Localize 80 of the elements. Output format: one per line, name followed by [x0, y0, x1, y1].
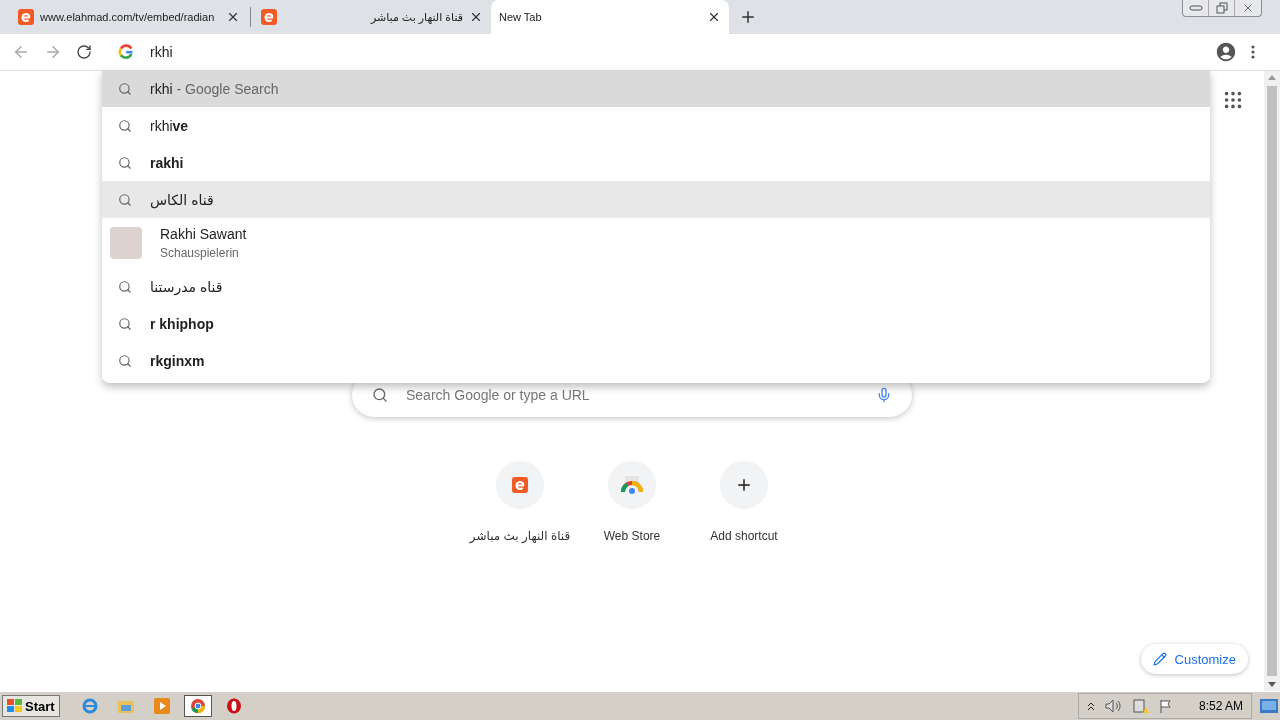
- google-g-icon: [118, 44, 134, 60]
- flag-icon[interactable]: [1158, 699, 1173, 713]
- search-icon: [118, 279, 132, 294]
- site-logo-icon: [512, 477, 528, 493]
- search-icon: [118, 81, 132, 96]
- entity-thumbnail: [110, 227, 142, 259]
- shortcut-tile[interactable]: قناة النهار بث مباشر: [464, 461, 576, 543]
- suggestion-row[interactable]: r khiphop: [102, 305, 1210, 342]
- new-tab-button[interactable]: [739, 8, 757, 26]
- search-icon: [118, 316, 132, 331]
- shortcut-tile[interactable]: Web Store: [576, 461, 688, 543]
- clock: 8:52 AM: [1198, 699, 1243, 713]
- close-icon: [707, 10, 721, 24]
- plus-icon: [739, 8, 757, 26]
- suggestion-row[interactable]: rkginxm: [102, 342, 1210, 379]
- close-tab-button[interactable]: [226, 10, 240, 24]
- microphone-icon: [876, 387, 892, 403]
- suggestion-text: rkginxm: [150, 352, 205, 369]
- suggestion-row[interactable]: rkhi - Google Search: [102, 70, 1210, 107]
- close-tab-button[interactable]: [707, 10, 721, 24]
- apps-grid-button[interactable]: [1222, 89, 1244, 111]
- address-input[interactable]: rkhi: [150, 44, 1210, 60]
- forward-arrow-icon: [44, 43, 62, 61]
- scroll-down-arrow-icon[interactable]: [1268, 682, 1276, 687]
- customize-button[interactable]: Customize: [1140, 644, 1248, 674]
- search-icon: [372, 387, 388, 403]
- browser-tab[interactable]: قناة النهار بث مباشر: [253, 0, 491, 34]
- reload-button[interactable]: [76, 44, 92, 60]
- tab-title: www.elahmad.com/tv/embed/radian: [40, 11, 216, 23]
- suggestion-row[interactable]: قناه الكاس: [102, 181, 1210, 218]
- scrollbar-thumb[interactable]: [1267, 86, 1277, 676]
- shortcut-tile[interactable]: Add shortcut: [688, 461, 800, 543]
- search-icon: [118, 192, 132, 207]
- suggestion-row[interactable]: قناه مدرستنا: [102, 268, 1210, 305]
- search-icon: [118, 353, 132, 368]
- reload-icon: [76, 44, 92, 60]
- suggestion-text: Rakhi Sawant: [160, 226, 247, 242]
- profile-button[interactable]: [1215, 41, 1237, 63]
- close-icon: [226, 10, 240, 24]
- menu-icon: [1251, 45, 1255, 59]
- minimize-icon: [1188, 5, 1203, 11]
- menu-button[interactable]: [1251, 45, 1255, 59]
- search-icon: [118, 155, 132, 170]
- suggestion-text: rkhive: [150, 117, 189, 134]
- browser-tab[interactable]: www.elahmad.com/tv/embed/radian: [10, 0, 248, 34]
- scrollbar[interactable]: [1264, 71, 1280, 691]
- suggestion-text: r khiphop: [150, 315, 214, 332]
- rainbow-arc-icon: [621, 476, 643, 494]
- profile-icon: [1215, 41, 1237, 63]
- start-button[interactable]: Start: [2, 695, 60, 717]
- grid-icon: [1222, 89, 1244, 111]
- close-tab-button[interactable]: [469, 10, 483, 24]
- chevron-up-icon[interactable]: [1086, 701, 1095, 711]
- pencil-icon: [1152, 652, 1167, 666]
- speaker-icon[interactable]: [1104, 699, 1123, 713]
- globe-e-icon: [81, 698, 98, 714]
- close-icon: [1242, 2, 1254, 14]
- suggestion-text: قناه الكاس: [150, 191, 214, 208]
- folder-icon: [117, 699, 134, 713]
- chrome-icon: [189, 698, 206, 714]
- suggestion-row[interactable]: Rakhi Sawant Schauspielerin: [102, 218, 1210, 268]
- suggestion-row[interactable]: rakhi: [102, 144, 1210, 181]
- suggestion-description: Schauspielerin: [160, 246, 240, 260]
- search-icon: [118, 118, 132, 133]
- close-icon: [469, 10, 483, 24]
- scroll-up-arrow-icon[interactable]: [1268, 75, 1276, 80]
- tab-title: New Tab: [499, 11, 543, 23]
- tab-title: قناة النهار بث مباشر: [369, 10, 463, 24]
- browser-tab[interactable]: New Tab: [491, 0, 729, 34]
- chrome-taskbar-icon[interactable]: [183, 695, 212, 717]
- suggestion-text: rakhi: [150, 154, 184, 171]
- search-input[interactable]: Search Google or type a URL: [404, 386, 860, 404]
- suggestion-description: - Google Search: [176, 80, 279, 97]
- suggestion-text: rkhi: [150, 80, 173, 97]
- suggestion-text: قناه مدرستنا: [150, 278, 223, 295]
- suggestion-row[interactable]: rkhive: [102, 107, 1210, 144]
- play-icon: [153, 698, 170, 714]
- opera-icon: [225, 698, 242, 714]
- plus-icon: [735, 476, 753, 494]
- windows-logo-icon: [7, 699, 23, 713]
